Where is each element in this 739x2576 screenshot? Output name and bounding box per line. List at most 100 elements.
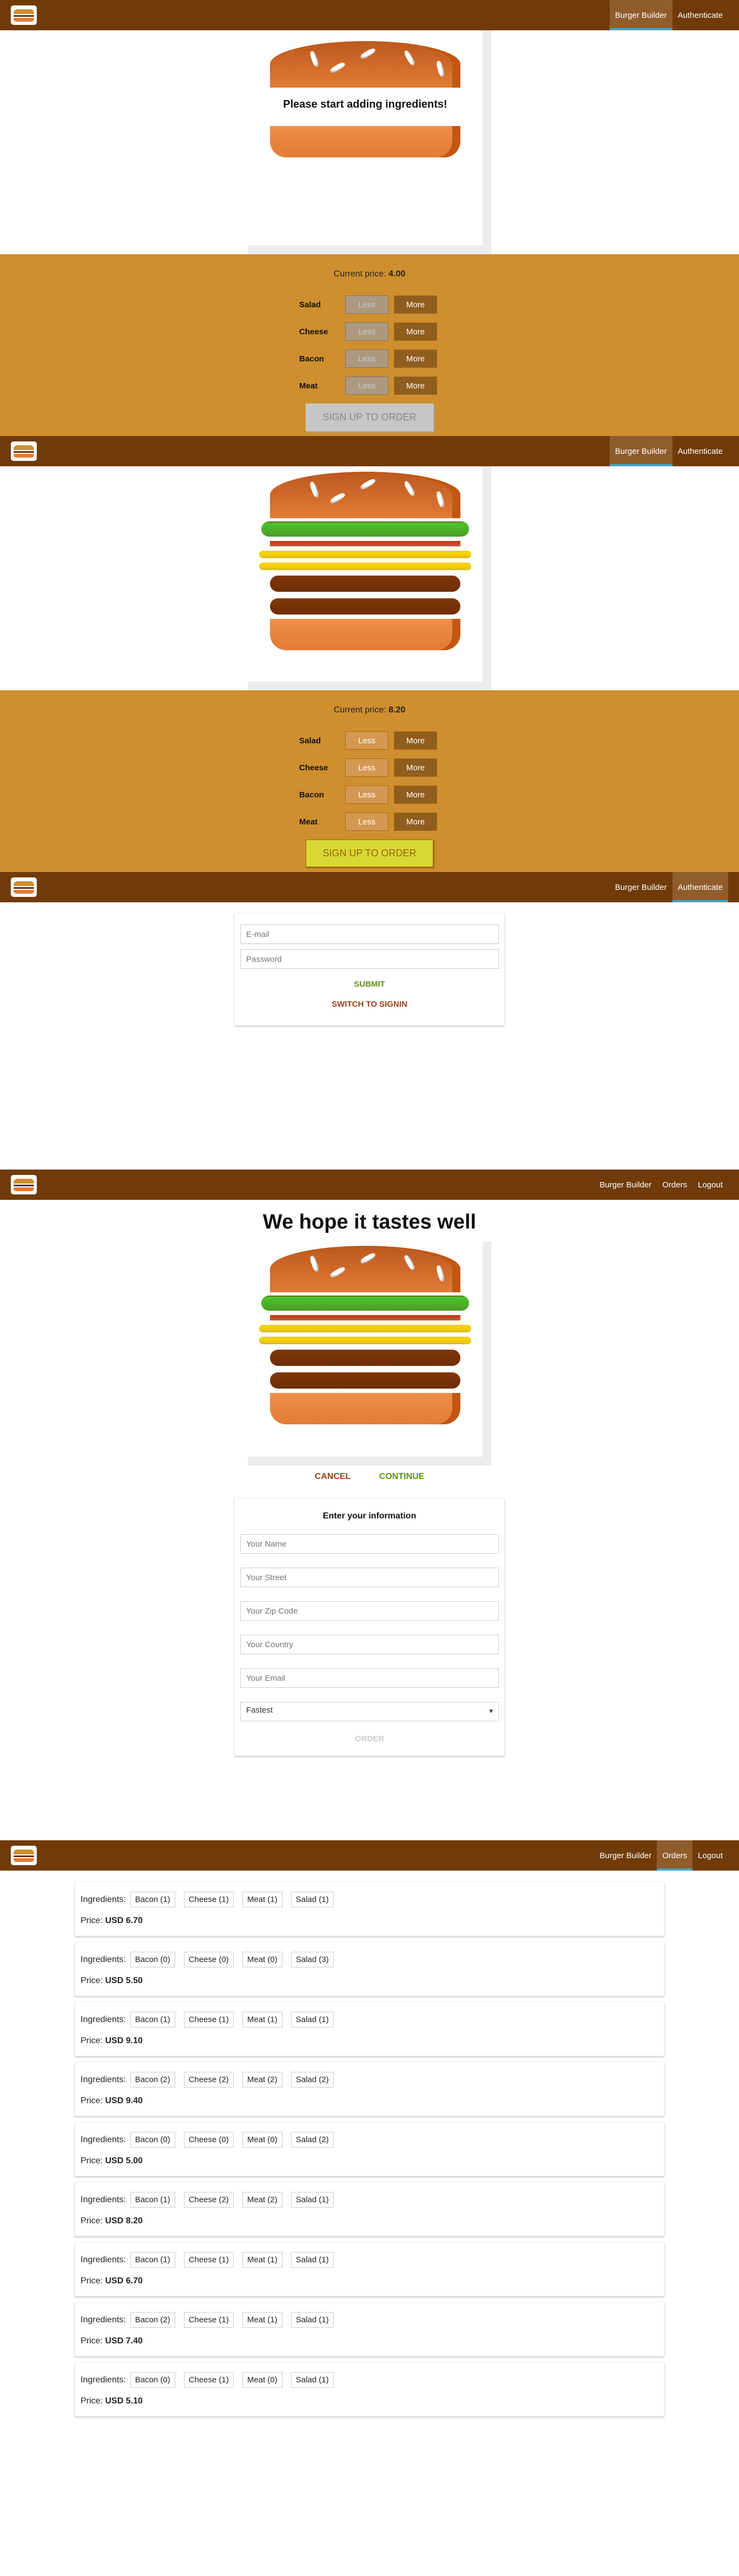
less-button[interactable]: Less [345,758,388,777]
switch-to-signin-button[interactable]: SWITCH TO SIGNIN [332,1000,407,1009]
ingredient-chip: Meat (1) [242,2012,282,2027]
currency: USD [105,1976,124,1985]
currency: USD [105,2336,124,2346]
screen-auth: Burger Builder Authenticate SUBMIT SWITC… [0,872,739,1170]
ingredient-chip: Cheese (2) [183,2192,234,2208]
nav-burger-builder[interactable]: Burger Builder [609,436,672,466]
order-button[interactable]: SIGN UP TO ORDER [306,404,433,431]
ingredient-chip: Bacon (2) [130,2072,175,2088]
ingredients-label: Ingredients: [81,2195,126,2204]
order-card: Ingredients: Bacon (2) Cheese (1) Meat (1) S… [75,2302,664,2356]
order-ingredients: Ingredients: Bacon (1) Cheese (1) Meat (1) S… [81,2012,658,2027]
more-button[interactable]: More [394,349,437,368]
current-price: Current price: 8.20 [333,705,406,715]
burger-preview[interactable] [248,466,491,690]
nav-authenticate[interactable]: Authenticate [672,436,728,466]
ingredient-chip: Cheese (1) [183,2252,234,2268]
less-button[interactable]: Less [345,322,388,341]
ingredient-chip: Salad (1) [291,2252,334,2268]
toolbar: Burger Builder Authenticate [0,436,739,466]
toolbar: Burger Builder Authenticate [0,872,739,902]
burger [248,1241,483,1424]
nav-logout[interactable]: Logout [692,1170,728,1200]
more-button[interactable]: More [394,731,437,750]
ingredient-bacon [270,541,460,546]
nav-items: Burger Builder Authenticate [609,0,728,30]
more-button[interactable]: More [394,813,437,831]
more-button[interactable]: More [394,322,437,341]
build-controls: Current price: 8.20 Salad Less More Cheese… [0,690,739,872]
nav-logout[interactable]: Logout [692,1840,728,1871]
continue-button[interactable]: CONTINUE [379,1472,425,1482]
burger-logo-icon[interactable] [11,441,37,461]
burger [248,466,483,650]
less-button[interactable]: Less [345,295,388,314]
nav-authenticate[interactable]: Authenticate [672,0,728,30]
more-button[interactable]: More [394,785,437,804]
order-button[interactable]: SIGN UP TO ORDER [306,840,433,867]
order-price-value: 6.70 [126,2276,143,2286]
ingredient-chip: Salad (3) [291,1952,334,1967]
nav-burger-builder[interactable]: Burger Builder [610,872,672,902]
street-field[interactable] [240,1568,499,1587]
ingredient-chip: Salad (1) [291,2192,334,2208]
burger-logo-icon[interactable] [11,877,37,897]
ingredient-chip: Cheese (0) [183,2132,234,2148]
nav-items: Burger Builder Orders Logout [594,1840,728,1871]
nav-orders[interactable]: Orders [657,1840,693,1871]
delivery-method-select[interactable]: Fastest [240,1702,499,1721]
currency: USD [105,2036,124,2045]
bread-bottom [270,126,460,157]
cancel-button[interactable]: CANCEL [315,1472,351,1482]
ingredient-chip: Meat (1) [242,2312,282,2328]
auth-form: SUBMIT SWITCH TO SIGNIN [234,913,505,1026]
less-button[interactable]: Less [345,785,388,804]
burger-preview[interactable]: Please start adding ingredients! [248,30,491,254]
ingredient-chip: Bacon (1) [130,2252,175,2268]
nav-burger-builder[interactable]: Burger Builder [594,1170,657,1200]
ingredient-meat [270,576,460,592]
less-button[interactable]: Less [345,377,388,395]
less-button[interactable]: Less [345,731,388,750]
name-field[interactable] [240,1534,499,1554]
control-bacon: Bacon Less More [299,785,440,804]
country-field[interactable] [240,1635,499,1654]
order-button[interactable]: ORDER [355,1734,384,1743]
ingredient-chip: Salad (1) [291,2312,334,2328]
less-button[interactable]: Less [345,349,388,368]
control-cheese: Cheese Less More [299,758,440,777]
more-button[interactable]: More [394,295,437,314]
currency: USD [105,2096,124,2105]
zip-code-field[interactable] [240,1601,499,1621]
nav-authenticate[interactable]: Authenticate [672,872,728,902]
nav-burger-builder[interactable]: Burger Builder [594,1840,657,1871]
nav-orders[interactable]: Orders [657,1170,692,1200]
burger-preview[interactable] [248,1241,491,1465]
burger-logo-icon[interactable] [11,5,37,25]
order-price: Price: USD 9.10 [81,2036,143,2045]
ingredient-cheese [259,1337,471,1344]
submit-button[interactable]: SUBMIT [354,980,385,989]
nav-items: Burger Builder Authenticate [610,872,728,902]
ingredients-label: Ingredients: [81,2014,126,2024]
more-button[interactable]: More [394,377,437,395]
ingredient-chip: Salad (1) [291,2012,334,2027]
less-button[interactable]: Less [345,813,388,831]
more-button[interactable]: More [394,758,437,777]
burger-logo-icon[interactable] [11,1175,37,1194]
password-field[interactable] [240,949,499,969]
screen-builder-full: Burger Builder Authenticate Current pric… [0,436,739,872]
order-price: Price: USD 6.70 [81,1916,143,1925]
email-field[interactable] [240,1668,499,1688]
order-price-value: 5.00 [126,2156,143,2165]
order-card: Ingredients: Bacon (1) Cheese (2) Meat (2) S… [75,2182,664,2236]
order-price-value: 9.40 [126,2096,143,2105]
order-ingredients: Ingredients: Bacon (0) Cheese (1) Meat (0) S… [81,2372,658,2388]
email-field[interactable] [240,924,499,944]
contact-title: Enter your information [322,1511,417,1521]
ingredient-meat [270,1372,460,1389]
burger-logo-icon[interactable] [11,1846,37,1865]
nav-burger-builder[interactable]: Burger Builder [609,0,672,30]
order-price: Price: USD 7.40 [81,2336,143,2346]
ingredient-chip: Meat (0) [242,2372,282,2388]
